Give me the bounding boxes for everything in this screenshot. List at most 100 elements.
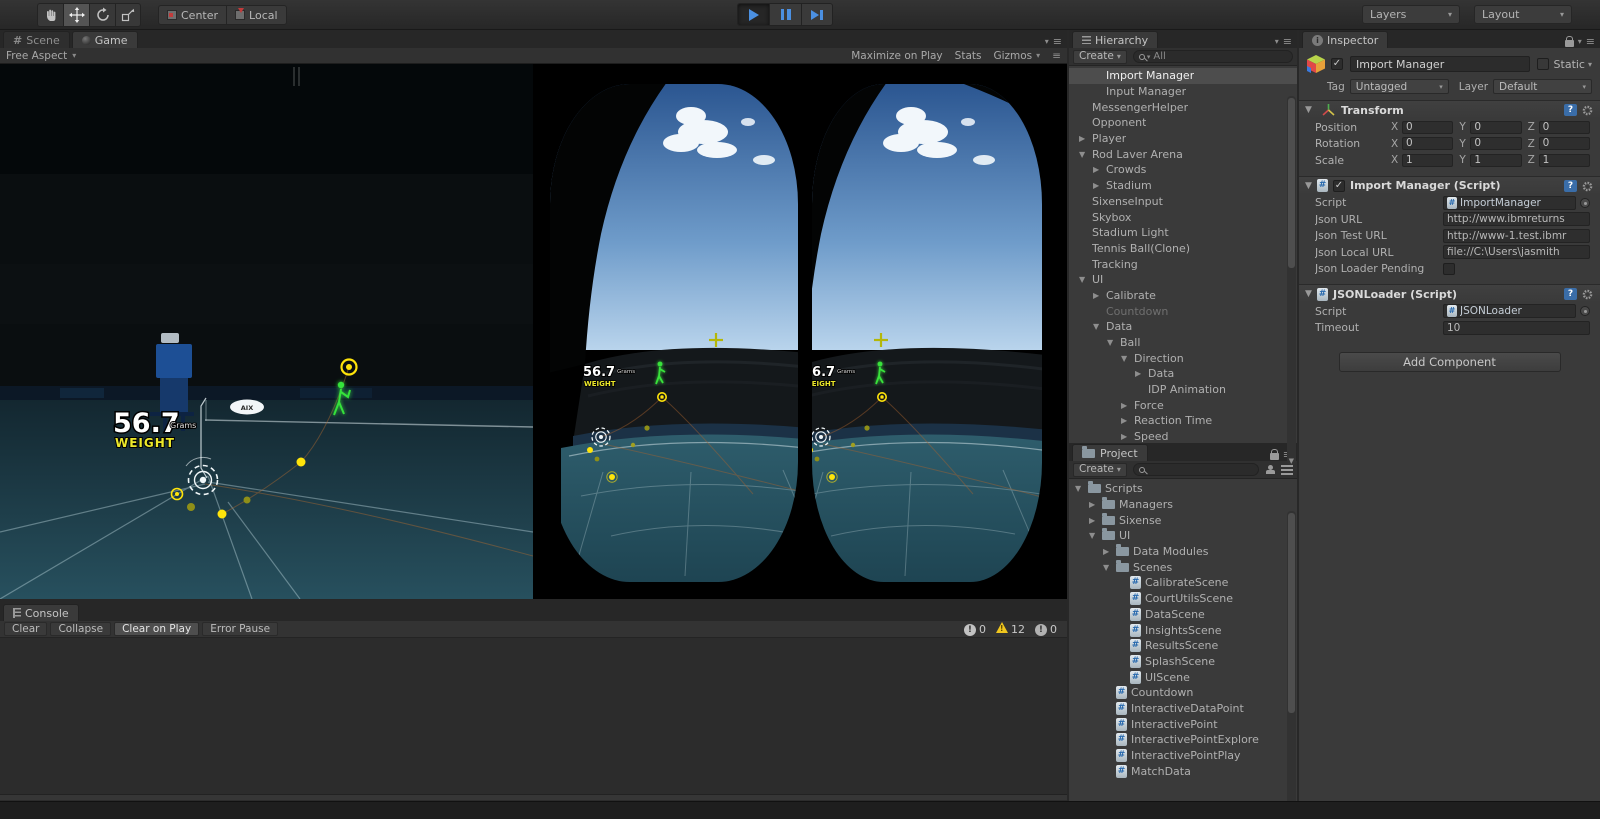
project-item[interactable]: #InsightsScene [1069, 622, 1297, 638]
vector-field[interactable]: 1 [1470, 154, 1521, 167]
foldout-collapsed-icon[interactable]: ▶ [1121, 432, 1134, 441]
gizmos-dropdown[interactable]: Gizmos [993, 50, 1032, 62]
vector-field[interactable]: 1 [1539, 154, 1590, 167]
jsonloader-component-header[interactable]: ▼ # JSONLoader (Script) ? [1299, 284, 1600, 303]
project-item[interactable]: ▶Sixense [1069, 512, 1297, 528]
object-picker-icon[interactable] [1580, 198, 1590, 208]
hierarchy-item[interactable]: ▶Reaction Time [1069, 413, 1297, 429]
scrollbar-thumb[interactable] [1288, 98, 1295, 268]
project-scrollbar[interactable]: ▼ [1287, 511, 1296, 819]
foldout-collapsed-icon[interactable]: ▶ [1093, 165, 1106, 174]
project-item[interactable]: #InteractivePoint [1069, 716, 1297, 732]
project-item[interactable]: #UIScene [1069, 669, 1297, 685]
active-checkbox[interactable]: ✓ [1331, 58, 1343, 70]
foldout-expanded-icon[interactable]: ▼ [1305, 181, 1317, 191]
lock-icon[interactable] [1565, 40, 1574, 47]
project-item[interactable]: #CalibrateScene [1069, 575, 1297, 591]
console-detail-splitter[interactable] [0, 794, 1067, 800]
error-count-toggle[interactable]: ! [1035, 622, 1047, 636]
panel-menu-icon[interactable]: ≡ [1586, 35, 1595, 48]
project-item[interactable]: ▼Scripts [1069, 481, 1297, 497]
hierarchy-item[interactable]: ▶Stadium [1069, 178, 1297, 194]
static-checkbox[interactable] [1537, 58, 1549, 70]
foldout-collapsed-icon[interactable]: ▶ [1121, 416, 1134, 425]
foldout-expanded-icon[interactable]: ▼ [1089, 531, 1102, 540]
hierarchy-search-input[interactable]: ▾ All [1133, 50, 1293, 63]
clear-button[interactable]: Clear [4, 622, 47, 636]
vector-field[interactable]: 0 [1539, 121, 1590, 134]
project-item[interactable]: #ResultsScene [1069, 638, 1297, 654]
foldout-expanded-icon[interactable]: ▼ [1121, 354, 1134, 363]
panel-menu-icon[interactable]: ≡ [1053, 35, 1062, 48]
hand-tool-button[interactable] [37, 3, 63, 27]
static-dropdown-icon[interactable]: ▾ [1588, 60, 1592, 69]
vector-field[interactable]: 0 [1539, 137, 1590, 150]
info-count-toggle[interactable]: ! [964, 622, 976, 636]
foldout-expanded-icon[interactable]: ▼ [1075, 484, 1088, 493]
hierarchy-item[interactable]: Tennis Ball(Clone) [1069, 241, 1297, 257]
tab-hierarchy[interactable]: Hierarchy [1072, 31, 1158, 48]
step-button[interactable] [801, 3, 833, 26]
vector-field[interactable]: 0 [1470, 137, 1521, 150]
foldout-collapsed-icon[interactable]: ▶ [1103, 547, 1116, 556]
hierarchy-item[interactable]: ▶Speed [1069, 429, 1297, 443]
scroll-down-icon[interactable]: ▼ [1289, 457, 1294, 465]
help-icon[interactable]: ? [1564, 288, 1577, 300]
hierarchy-item[interactable]: ▼Data [1069, 319, 1297, 335]
asset-labels-icon[interactable] [1265, 465, 1276, 475]
tab-game[interactable]: Game [72, 31, 138, 48]
text-field[interactable]: http://www.ibmreturns [1443, 212, 1590, 226]
hierarchy-item[interactable]: ▼Ball [1069, 335, 1297, 351]
gear-icon[interactable] [1582, 105, 1593, 116]
hierarchy-item[interactable]: ▼Direction [1069, 350, 1297, 366]
vector-field[interactable]: 0 [1402, 137, 1453, 150]
vector-field[interactable]: 0 [1402, 121, 1453, 134]
hierarchy-item[interactable]: Stadium Light [1069, 225, 1297, 241]
add-component-button[interactable]: Add Component [1339, 352, 1561, 372]
maximize-on-play-toggle[interactable]: Maximize on Play [851, 50, 942, 62]
console-log-area[interactable] [0, 638, 1067, 794]
hierarchy-item[interactable]: Countdown [1069, 303, 1297, 319]
project-item[interactable]: ▶Managers [1069, 497, 1297, 513]
tab-console[interactable]: Console [3, 604, 79, 621]
project-item[interactable]: ▼UI [1069, 528, 1297, 544]
gameobject-name-field[interactable]: Import Manager [1350, 56, 1530, 72]
foldout-expanded-icon[interactable]: ▼ [1103, 563, 1116, 572]
stats-toggle[interactable]: Stats [955, 50, 982, 62]
help-icon[interactable]: ? [1564, 180, 1577, 192]
project-item[interactable]: #InteractivePointExplore [1069, 732, 1297, 748]
space-local-button[interactable]: Local [226, 5, 287, 25]
clear-on-play-button[interactable]: Clear on Play [114, 622, 199, 636]
hierarchy-item[interactable]: ▶Player [1069, 131, 1297, 147]
move-tool-button[interactable] [63, 3, 89, 27]
project-search-input[interactable] [1133, 463, 1259, 476]
hierarchy-item[interactable]: SixenseInput [1069, 194, 1297, 210]
hierarchy-item[interactable]: IDP Animation [1069, 382, 1297, 398]
gear-icon[interactable] [1582, 289, 1593, 300]
hierarchy-item[interactable]: ▼UI [1069, 272, 1297, 288]
foldout-collapsed-icon[interactable]: ▶ [1093, 181, 1106, 190]
foldout-collapsed-icon[interactable]: ▶ [1121, 401, 1134, 410]
object-field[interactable]: #JSONLoader [1443, 304, 1576, 318]
scale-tool-button[interactable] [115, 3, 141, 27]
tag-dropdown[interactable]: Untagged ▾ [1350, 79, 1449, 94]
chevron-down-icon[interactable]: ▾ [1275, 37, 1279, 46]
hierarchy-item[interactable]: ▶Force [1069, 397, 1297, 413]
foldout-expanded-icon[interactable]: ▼ [1079, 275, 1092, 284]
gear-icon[interactable] [1582, 181, 1593, 192]
vector-field[interactable]: 0 [1470, 121, 1521, 134]
warning-count-toggle[interactable]: ! [996, 622, 1008, 636]
help-icon[interactable]: ? [1564, 104, 1577, 116]
project-item[interactable]: ▶Data Modules [1069, 544, 1297, 560]
project-item[interactable]: #InteractiveDataPoint [1069, 701, 1297, 717]
asset-type-filter-icon[interactable] [1281, 465, 1293, 475]
foldout-collapsed-icon[interactable]: ▶ [1093, 291, 1106, 300]
layer-dropdown[interactable]: Default ▾ [1493, 79, 1592, 94]
hierarchy-item[interactable]: Opponent [1069, 115, 1297, 131]
foldout-expanded-icon[interactable]: ▼ [1093, 322, 1106, 331]
hierarchy-item[interactable]: ▶Calibrate [1069, 288, 1297, 304]
text-field[interactable]: file://C:\Users\jasmith [1443, 245, 1590, 259]
hierarchy-item[interactable]: ▼Rod Laver Arena [1069, 146, 1297, 162]
error-pause-button[interactable]: Error Pause [202, 622, 278, 636]
checkbox[interactable] [1443, 263, 1455, 275]
